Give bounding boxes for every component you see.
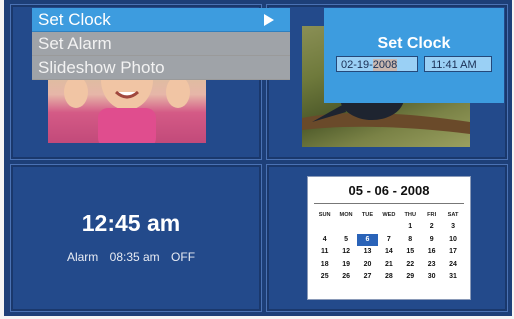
calendar-weekday: SAT — [447, 212, 459, 218]
calendar-day[interactable]: 13 — [357, 246, 378, 258]
calendar-day[interactable]: 4 — [314, 234, 335, 246]
menu-item-label: Slideshow Photo — [38, 58, 165, 77]
calendar-day[interactable]: 19 — [335, 259, 356, 271]
calendar-weekday: SUN — [318, 212, 331, 218]
calendar-date: 05 - 06 - 2008 — [348, 183, 430, 198]
calendar-day[interactable]: 28 — [378, 271, 399, 283]
calendar-weekday: THU — [404, 212, 417, 218]
calendar-day[interactable]: 21 — [378, 259, 399, 271]
calendar-week-row: 18 19 20 21 22 23 24 — [314, 259, 464, 271]
calendar-weekday-row: SUN MON TUE WED THU FRI SAT — [314, 209, 464, 221]
set-clock-panel: Set Clock 02-19-2008 11:41 AM — [324, 8, 504, 103]
alarm-status: Alarm 08:35 am OFF — [6, 250, 256, 264]
calendar-day[interactable]: 8 — [400, 234, 421, 246]
calendar-day[interactable]: 31 — [442, 271, 463, 283]
date-year-highlight[interactable]: 2008 — [372, 59, 398, 71]
calendar-day[interactable]: 29 — [400, 271, 421, 283]
calendar-week-row: 123 — [314, 221, 464, 233]
calendar-empty-cell — [335, 221, 356, 233]
calendar-day[interactable]: 10 — [442, 234, 463, 246]
calendar-day[interactable]: 23 — [421, 259, 442, 271]
calendar-week-row: 11 12 13 14 15 16 17 — [314, 246, 464, 258]
calendar-day[interactable]: 20 — [357, 259, 378, 271]
calendar-day[interactable]: 30 — [421, 271, 442, 283]
calendar-day[interactable]: 12 — [335, 246, 356, 258]
alarm-label: Alarm — [66, 250, 99, 264]
time-field[interactable]: 11:41 AM — [424, 56, 492, 72]
calendar-day[interactable]: 1 — [400, 221, 421, 233]
calendar-day[interactable]: 6 — [356, 233, 379, 247]
calendar-day[interactable]: 11 — [314, 246, 335, 258]
calendar-empty-cell — [314, 221, 335, 233]
date-field[interactable]: 02-19-2008 — [336, 56, 418, 72]
calendar-grid: SUN MON TUE WED THU FRI SAT 1 2 3 4 5 6 7 8 9 10 11 12 13 14… — [314, 209, 464, 283]
calendar-week-row: 4 5 6 7 8 9 10 — [314, 233, 464, 247]
date-prefix: 02-19- — [341, 59, 373, 71]
calendar-day[interactable]: 26 — [335, 271, 356, 283]
menu-item-set-clock[interactable]: Set Clock — [32, 8, 290, 32]
calendar-day[interactable]: 9 — [421, 234, 442, 246]
calendar-day[interactable]: 17 — [442, 246, 463, 258]
calendar-day[interactable]: 5 — [335, 234, 356, 246]
calendar-weekday: WED — [382, 212, 396, 218]
menu-item-slideshow-photo[interactable]: Slideshow Photo — [32, 56, 290, 80]
clock-tile[interactable] — [10, 164, 262, 312]
calendar-week-row: 25 26 27 28 29 30 31 — [314, 271, 464, 283]
calendar-day[interactable]: 15 — [400, 246, 421, 258]
calendar-day[interactable]: 7 — [378, 234, 399, 246]
current-time: 12:45 am — [81, 210, 181, 236]
calendar-day[interactable]: 2 — [421, 221, 442, 233]
calendar-day[interactable]: 14 — [378, 246, 399, 258]
calendar-day[interactable]: 16 — [421, 246, 442, 258]
calendar: 05 - 06 - 2008 SUN MON TUE WED THU FRI SAT 1 2 3 4… — [307, 176, 471, 300]
alarm-state: OFF — [171, 250, 196, 264]
calendar-day[interactable]: 25 — [314, 271, 335, 283]
calendar-day[interactable]: 27 — [357, 271, 378, 283]
calendar-divider — [314, 203, 464, 204]
calendar-day[interactable]: 24 — [442, 259, 463, 271]
right-arrow-icon — [264, 14, 274, 26]
calendar-weekday: MON — [339, 212, 353, 218]
calendar-day[interactable]: 18 — [314, 259, 335, 271]
set-clock-title: Set Clock — [377, 35, 451, 52]
menu-item-set-alarm[interactable]: Set Alarm — [32, 32, 290, 56]
calendar-weekday: TUE — [361, 212, 374, 218]
settings-menu: Set Clock Set Alarm Slideshow Photo — [32, 8, 290, 80]
calendar-weekday: FRI — [427, 212, 437, 218]
calendar-empty-cell — [357, 221, 378, 233]
alarm-time: 08:35 am — [109, 250, 160, 264]
calendar-day[interactable]: 3 — [442, 221, 463, 233]
calendar-day[interactable]: 22 — [400, 259, 421, 271]
calendar-empty-cell — [378, 221, 399, 233]
menu-item-label: Set Alarm — [38, 34, 112, 53]
menu-item-label: Set Clock — [38, 10, 111, 29]
